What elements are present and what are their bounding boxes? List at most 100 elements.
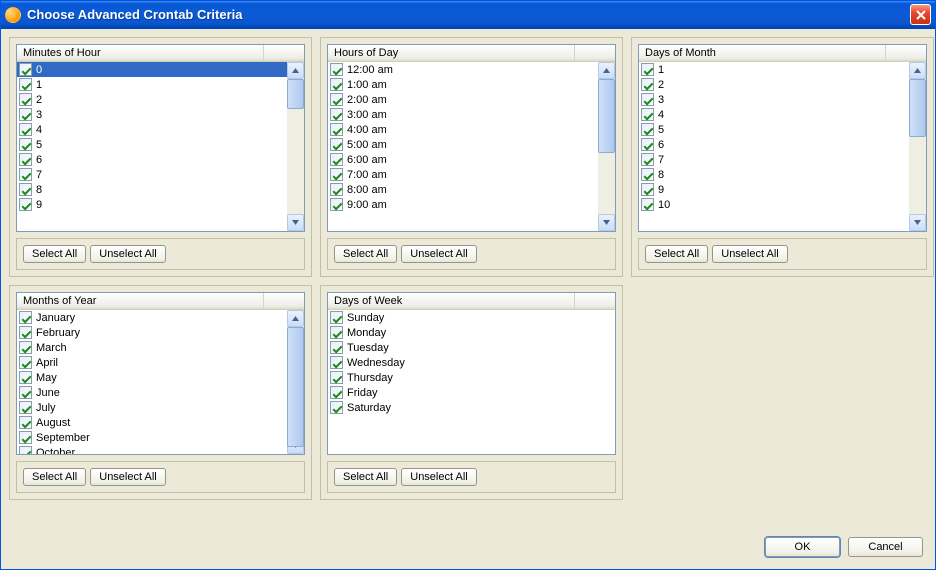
checkbox[interactable] <box>19 168 32 181</box>
list-item[interactable]: 9 <box>639 182 909 197</box>
checkbox[interactable] <box>330 311 343 324</box>
checkbox[interactable] <box>641 183 654 196</box>
scroll-up-button[interactable] <box>598 62 615 79</box>
checkbox[interactable] <box>641 78 654 91</box>
checkbox[interactable] <box>641 198 654 211</box>
checkbox[interactable] <box>330 386 343 399</box>
checkbox[interactable] <box>330 183 343 196</box>
scroll-track[interactable] <box>909 79 926 214</box>
checkbox[interactable] <box>330 93 343 106</box>
list-item[interactable]: 8 <box>17 182 287 197</box>
checkbox[interactable] <box>19 153 32 166</box>
daysOfWeek-column-header[interactable]: Days of Week <box>328 293 575 309</box>
checkbox[interactable] <box>19 138 32 151</box>
daysOfMonth-list-header[interactable]: Days of Month <box>639 45 926 62</box>
minutes-column-header[interactable]: Minutes of Hour <box>17 45 264 61</box>
scroll-down-button[interactable] <box>598 214 615 231</box>
checkbox[interactable] <box>641 63 654 76</box>
months-scrollbar[interactable] <box>287 310 304 454</box>
list-item[interactable]: July <box>17 400 287 415</box>
list-item[interactable]: 8:00 am <box>328 182 598 197</box>
scroll-track[interactable] <box>287 79 304 214</box>
scroll-up-button[interactable] <box>909 62 926 79</box>
checkbox[interactable] <box>19 416 32 429</box>
months-list-body[interactable]: JanuaryFebruaryMarchAprilMayJuneJulyAugu… <box>17 310 287 454</box>
list-item[interactable]: 2:00 am <box>328 92 598 107</box>
select-all-button[interactable]: Select All <box>334 468 397 486</box>
checkbox[interactable] <box>641 153 654 166</box>
list-item[interactable]: Saturday <box>328 400 615 415</box>
list-item[interactable]: Sunday <box>328 310 615 325</box>
checkbox[interactable] <box>19 108 32 121</box>
minutes-scrollbar[interactable] <box>287 62 304 231</box>
list-item[interactable]: 4 <box>17 122 287 137</box>
unselect-all-button[interactable]: Unselect All <box>401 245 476 263</box>
checkbox[interactable] <box>19 78 32 91</box>
checkbox[interactable] <box>19 326 32 339</box>
ok-button[interactable]: OK <box>765 537 840 557</box>
unselect-all-button[interactable]: Unselect All <box>401 468 476 486</box>
cancel-button[interactable]: Cancel <box>848 537 923 557</box>
list-item[interactable]: January <box>17 310 287 325</box>
checkbox[interactable] <box>330 63 343 76</box>
list-item[interactable]: Tuesday <box>328 340 615 355</box>
list-item[interactable]: 5 <box>17 137 287 152</box>
unselect-all-button[interactable]: Unselect All <box>90 245 165 263</box>
checkbox[interactable] <box>330 78 343 91</box>
months-list-header[interactable]: Months of Year <box>17 293 304 310</box>
list-item[interactable]: 2 <box>17 92 287 107</box>
checkbox[interactable] <box>330 198 343 211</box>
list-item[interactable]: Friday <box>328 385 615 400</box>
checkbox[interactable] <box>19 386 32 399</box>
close-button[interactable] <box>910 4 931 25</box>
hours-list-header[interactable]: Hours of Day <box>328 45 615 62</box>
daysOfMonth-scrollbar[interactable] <box>909 62 926 231</box>
list-item[interactable]: 12:00 am <box>328 62 598 77</box>
scroll-down-button[interactable] <box>909 214 926 231</box>
scroll-up-button[interactable] <box>287 310 304 327</box>
unselect-all-button[interactable]: Unselect All <box>90 468 165 486</box>
checkbox[interactable] <box>19 446 32 454</box>
select-all-button[interactable]: Select All <box>23 468 86 486</box>
list-item[interactable]: 3 <box>17 107 287 122</box>
checkbox[interactable] <box>641 108 654 121</box>
checkbox[interactable] <box>641 138 654 151</box>
list-item[interactable]: October <box>17 445 287 454</box>
list-item[interactable]: 4 <box>639 107 909 122</box>
checkbox[interactable] <box>641 93 654 106</box>
list-item[interactable]: August <box>17 415 287 430</box>
list-item[interactable]: 8 <box>639 167 909 182</box>
checkbox[interactable] <box>19 198 32 211</box>
checkbox[interactable] <box>330 341 343 354</box>
checkbox[interactable] <box>641 168 654 181</box>
list-item[interactable]: Monday <box>328 325 615 340</box>
checkbox[interactable] <box>330 123 343 136</box>
scroll-track[interactable] <box>287 327 304 437</box>
list-item[interactable]: June <box>17 385 287 400</box>
list-item[interactable]: 6 <box>639 137 909 152</box>
checkbox[interactable] <box>19 341 32 354</box>
list-item[interactable]: 0 <box>17 62 287 77</box>
daysOfMonth-column-header[interactable]: Days of Month <box>639 45 886 61</box>
checkbox[interactable] <box>19 401 32 414</box>
hours-list-body[interactable]: 12:00 am1:00 am2:00 am3:00 am4:00 am5:00… <box>328 62 598 231</box>
minutes-list-body[interactable]: 0123456789 <box>17 62 287 231</box>
list-item[interactable]: 1 <box>639 62 909 77</box>
minutes-list-header[interactable]: Minutes of Hour <box>17 45 304 62</box>
checkbox[interactable] <box>19 311 32 324</box>
scroll-thumb[interactable] <box>909 79 926 137</box>
checkbox[interactable] <box>19 431 32 444</box>
list-item[interactable]: 5:00 am <box>328 137 598 152</box>
list-item[interactable]: April <box>17 355 287 370</box>
scroll-track[interactable] <box>598 79 615 214</box>
scroll-thumb[interactable] <box>287 327 304 447</box>
checkbox[interactable] <box>330 371 343 384</box>
list-item[interactable]: 1 <box>17 77 287 92</box>
list-item[interactable]: 2 <box>639 77 909 92</box>
scroll-up-button[interactable] <box>287 62 304 79</box>
checkbox[interactable] <box>330 108 343 121</box>
list-item[interactable]: 3:00 am <box>328 107 598 122</box>
scroll-thumb[interactable] <box>598 79 615 153</box>
list-item[interactable]: May <box>17 370 287 385</box>
daysOfWeek-list-body[interactable]: SundayMondayTuesdayWednesdayThursdayFrid… <box>328 310 615 454</box>
